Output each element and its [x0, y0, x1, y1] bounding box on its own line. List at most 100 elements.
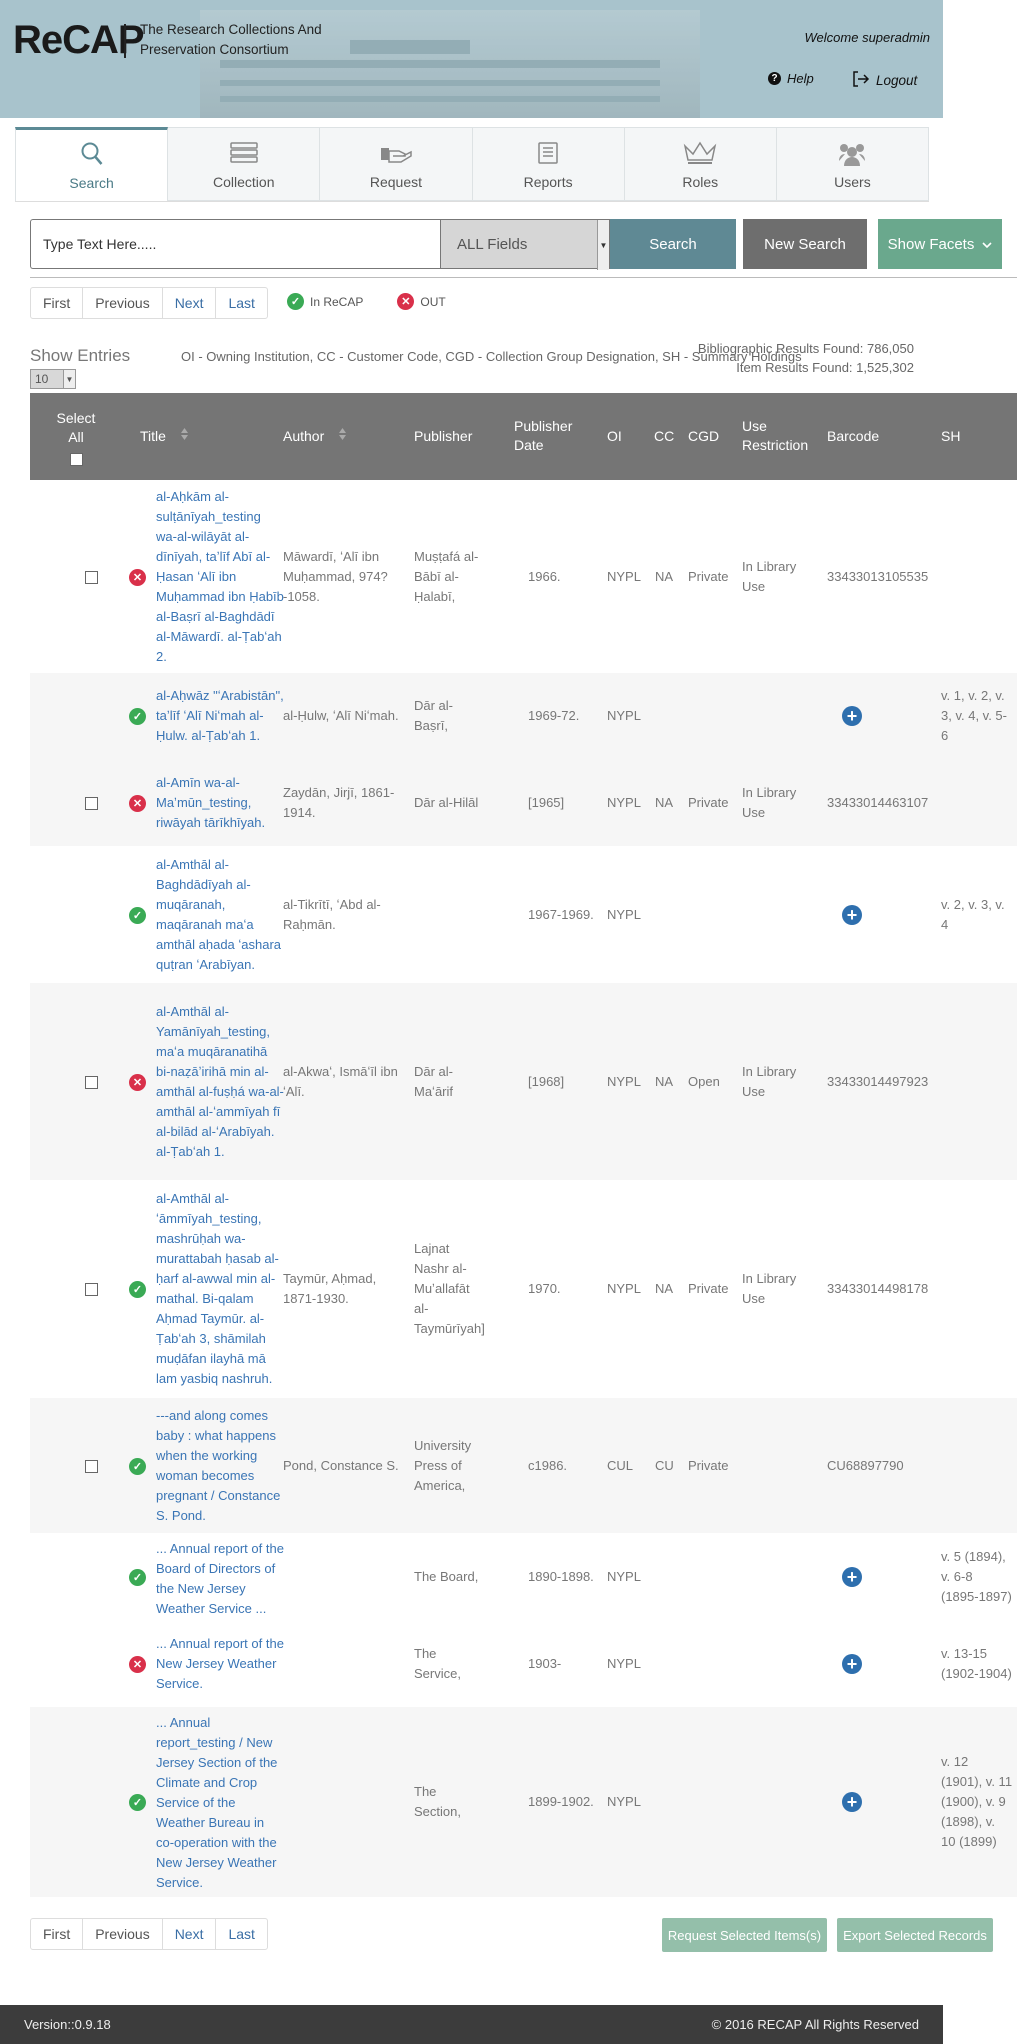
plus-circle-icon[interactable]: +: [842, 1567, 862, 1587]
row-oi: NYPL: [607, 1794, 641, 1809]
row-barcode: CU68897790: [827, 1457, 904, 1473]
row-checkbox[interactable]: [85, 1283, 98, 1296]
table-row: ✕ ... Annual report of the New Jersey Wea…: [30, 1621, 1017, 1707]
search-input[interactable]: [30, 219, 440, 269]
row-checkbox[interactable]: [85, 1459, 98, 1473]
check-circle-icon: ✓: [129, 1281, 146, 1298]
row-summary-holdings: v. 1, v. 2, v. 3, v. 4, v. 5-6: [941, 688, 1007, 743]
request-selected-button[interactable]: Request Selected Items(s): [662, 1918, 827, 1952]
legend-out-label: OUT: [420, 294, 446, 309]
row-date: 1969-72.: [528, 708, 580, 723]
row-checkbox[interactable]: [85, 796, 98, 810]
sort-icon: [180, 427, 189, 446]
cc-column-header: CC: [654, 428, 675, 444]
page-first-button[interactable]: First: [31, 288, 84, 318]
help-link[interactable]: ? Help: [768, 71, 814, 86]
page-first-button[interactable]: First: [31, 1919, 84, 1949]
row-oi: NYPL: [607, 708, 641, 723]
row-publisher: The Board,: [414, 1569, 479, 1584]
row-oi: NYPL: [607, 1073, 641, 1089]
page-last-button[interactable]: Last: [216, 1919, 266, 1949]
row-publisher: Lajnat Nashr al-Muʼallafāt al-Taymūrīyah…: [414, 1241, 485, 1336]
show-facets-button[interactable]: Show Facets: [878, 219, 1002, 269]
plus-circle-icon[interactable]: +: [842, 904, 862, 925]
logout-link[interactable]: Logout: [852, 71, 917, 90]
tab-roles[interactable]: Roles: [624, 127, 777, 201]
table-row: ✓ al-Amthāl al-ʻāmmīyah_testing, mashrūḥa…: [30, 1180, 1017, 1398]
show-facets-label: Show Facets: [887, 235, 975, 253]
table-row: ✓ al-Aḥwāz "ʻArabistān", taʼlīf ʻAlī Niʻm…: [30, 673, 1017, 759]
divider: [30, 277, 1017, 278]
search-button[interactable]: Search: [610, 219, 736, 269]
row-title-link[interactable]: al-Amīn wa-al-Maʼmūn_testing, riwāyah tā…: [156, 773, 284, 833]
tab-search[interactable]: Search: [15, 127, 169, 201]
sort-icon: [338, 427, 347, 446]
tab-request[interactable]: Request: [320, 127, 473, 201]
plus-circle-icon[interactable]: +: [842, 706, 862, 726]
row-checkbox[interactable]: [85, 1075, 98, 1089]
page-next-button[interactable]: Next: [163, 1919, 217, 1949]
row-publisher: Muṣṭafá al-Bābī al-Ḥalabī,: [414, 548, 479, 604]
row-author: al-Akwaʻ, Ismāʻīl ibn ʻAlī.: [283, 1063, 398, 1099]
title-column-header[interactable]: Title: [140, 427, 189, 446]
row-title-link[interactable]: al-Aḥwāz "ʻArabistān", taʼlīf ʻAlī Niʻma…: [156, 686, 284, 746]
row-cc: NA: [655, 1073, 674, 1089]
row-title-link[interactable]: ... Annual report of the Board of Direct…: [156, 1539, 284, 1619]
reports-icon: [536, 138, 560, 168]
row-cgd: Private: [688, 794, 729, 810]
row-oi: NYPL: [607, 1281, 641, 1296]
copyright-text: © 2016 RECAP All Rights Reserved: [711, 2017, 919, 2032]
row-barcode: 33433014463107: [827, 794, 929, 810]
row-title-link[interactable]: al-Aḥkām al-sulṭānīyah_testing wa-al-wil…: [156, 487, 284, 667]
row-title-link[interactable]: al-Amthāl al-ʻāmmīyah_testing, mashrūḥah…: [156, 1189, 284, 1389]
check-circle-icon: ✓: [129, 1569, 146, 1586]
select-all-checkbox[interactable]: [70, 453, 83, 466]
search-field-select[interactable]: ALL Fields ▼: [440, 219, 610, 270]
main-tabs: Search Collection Request Reports Roles …: [15, 127, 930, 202]
results-table: Select All Title Author Publisher Publis…: [30, 393, 1017, 1897]
tab-reports[interactable]: Reports: [472, 127, 625, 201]
row-oi: NYPL: [607, 568, 641, 584]
page-previous-button[interactable]: Previous: [83, 288, 163, 318]
row-oi: CUL: [607, 1457, 634, 1473]
tab-reports-label: Reports: [523, 174, 573, 190]
row-author: Zaydān, Jirjī, 1861-1914.: [283, 784, 395, 820]
row-publisher: Dār al-Baṣrī,: [414, 698, 454, 733]
tab-users[interactable]: Users: [776, 127, 930, 201]
tab-roles-label: Roles: [682, 174, 719, 190]
x-circle-icon: ✕: [129, 568, 146, 586]
row-use-restriction: In Library Use: [742, 1271, 797, 1306]
page-last-button[interactable]: Last: [216, 288, 266, 318]
plus-circle-icon[interactable]: +: [842, 1792, 862, 1812]
export-selected-button[interactable]: Export Selected Records: [837, 1918, 993, 1952]
caret-down-icon: ▼: [597, 220, 609, 270]
table-header: Select All Title Author Publisher Publis…: [30, 393, 1017, 480]
cgd-column-header: CGD: [688, 428, 720, 444]
page-next-button[interactable]: Next: [163, 288, 217, 318]
author-column-header[interactable]: Author: [283, 427, 347, 446]
footer: Version::0.9.18 © 2016 RECAP All Rights …: [0, 2005, 943, 2044]
row-author: Pond, Constance S.: [283, 1457, 399, 1473]
row-use-restriction: In Library Use: [742, 558, 797, 594]
tagline: The Research Collections And Preservatio…: [140, 20, 322, 60]
x-circle-icon: ✕: [129, 1073, 146, 1091]
row-cc: NA: [655, 1281, 674, 1296]
table-row: ✓ al-Amthāl al-Baghdādīyah al-muqāranah, …: [30, 846, 1017, 983]
new-search-button[interactable]: New Search: [743, 219, 867, 269]
page-previous-button[interactable]: Previous: [83, 1919, 163, 1949]
row-title-link[interactable]: ... Annual report_testing / New Jersey S…: [156, 1713, 284, 1893]
row-summary-holdings: v. 13-15 (1902-1904): [941, 1646, 1012, 1681]
row-title-link[interactable]: al-Amthāl al-Baghdādīyah al-muqāranah, m…: [156, 855, 284, 975]
tab-collection[interactable]: Collection: [168, 127, 321, 201]
entries-select[interactable]: 10 ▼: [30, 369, 76, 389]
row-title-link[interactable]: ---and along comes baby : what happens w…: [156, 1406, 284, 1526]
plus-circle-icon[interactable]: +: [842, 1654, 862, 1674]
row-checkbox[interactable]: [85, 570, 98, 584]
check-circle-icon: ✓: [129, 906, 146, 924]
row-title-link[interactable]: ... Annual report of the New Jersey Weat…: [156, 1634, 284, 1694]
item-results-count: Item Results Found: 1,525,302: [736, 360, 914, 375]
row-date: 1966.: [528, 568, 561, 584]
row-oi: NYPL: [607, 1569, 641, 1584]
row-cgd: Open: [688, 1073, 720, 1089]
row-title-link[interactable]: al-Amthāl al-Yamānīyah_testing, maʻa muq…: [156, 1002, 284, 1162]
